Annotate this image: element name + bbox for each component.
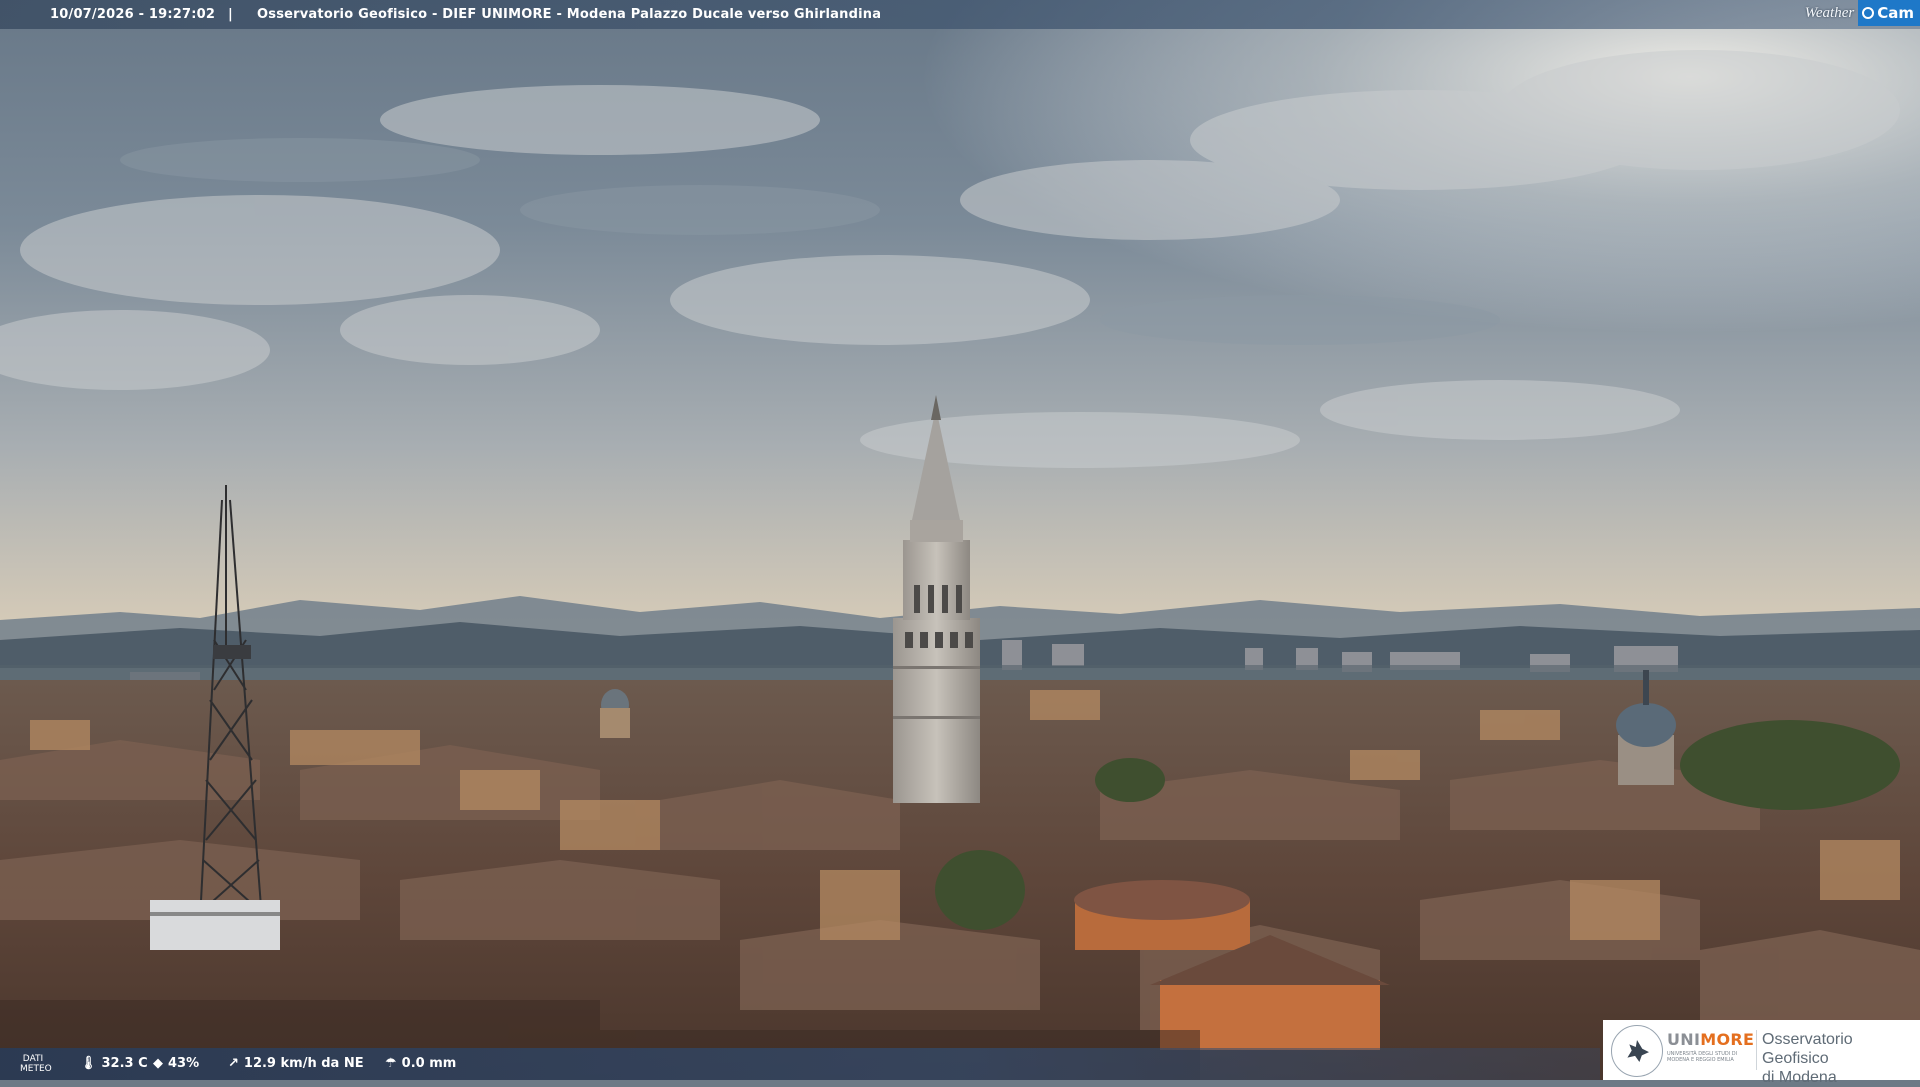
unimore-wordmark: UNIMORE [1667, 1030, 1754, 1049]
unimore-wordmark-uni: UNI [1667, 1030, 1701, 1049]
observatory-name: Osservatorio Geofisico di Modena [1762, 1030, 1920, 1087]
timestamp: 10/07/2026 - 19:27:02 [50, 7, 216, 22]
brand-weather-text: Weather [1804, 4, 1855, 21]
humidity-reading: ◆ 43% [153, 1056, 199, 1071]
rain-gauge-icon: ☂︎ [385, 1056, 397, 1071]
observatory-name-line1: Osservatorio Geofisico [1762, 1031, 1853, 1067]
humidity-drop-icon: ◆ [153, 1056, 163, 1071]
observatory-name-line2: di Modena [1762, 1069, 1837, 1086]
weather-data-label: DATI METEO [20, 1054, 52, 1074]
rain-reading: ☂︎ 0.0 mm [385, 1056, 456, 1071]
university-subtitle: UNIVERSITÀ DEGLI STUDI DI MODENA E REGGI… [1667, 1051, 1738, 1063]
weather-data-bar: DATI METEO 🌡︎ 32.3 C ◆ 43% ↗ 12.9 km/h d… [0, 1048, 1600, 1080]
wind-reading: ↗ 12.9 km/h da NE [228, 1056, 364, 1071]
header-separator: | [228, 7, 233, 22]
weather-data-label-text: DATI METEO [20, 1054, 52, 1074]
wind-icon: ↗ [228, 1056, 239, 1071]
rain-value: 0.0 mm [401, 1056, 457, 1071]
camera-lens-icon [1862, 7, 1875, 19]
unimore-wordmark-more: MORE [1700, 1030, 1755, 1049]
unimore-observatory-logo: UNIMORE UNIVERSITÀ DEGLI STUDI DI MODENA… [1603, 1020, 1920, 1086]
top-info-bar: 10/07/2026 - 19:27:02 | Osservatorio Geo… [0, 0, 1920, 29]
thermometer-icon: 🌡︎ [80, 1056, 97, 1071]
university-seal-icon [1611, 1025, 1663, 1077]
logo-divider [1756, 1030, 1757, 1070]
brand-cam-text: Cam [1877, 4, 1914, 22]
temperature-reading: 🌡︎ 32.3 C [80, 1056, 148, 1071]
temperature-value: 32.3 C [101, 1056, 148, 1071]
wind-value: 12.9 km/h da NE [243, 1056, 364, 1071]
humidity-value: 43% [168, 1056, 200, 1071]
camera-title: Osservatorio Geofisico - DIEF UNIMORE - … [257, 7, 882, 22]
brand-cam-badge: Cam [1858, 0, 1920, 26]
weathercam-logo: Weather Cam [1805, 0, 1920, 26]
webcam-photo [0, 0, 1920, 1080]
